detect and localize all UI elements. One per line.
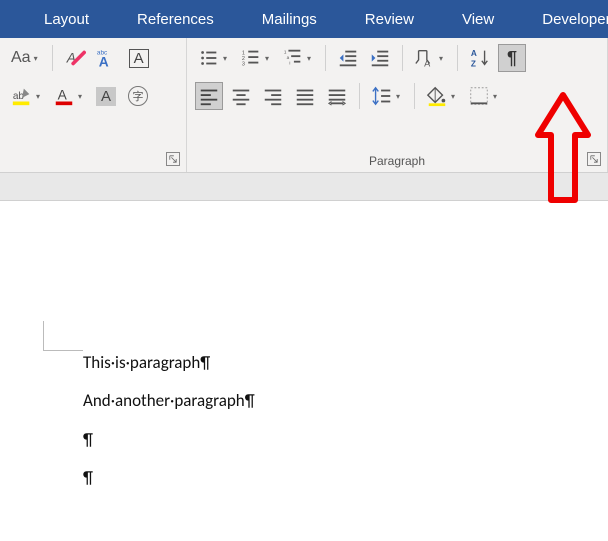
svg-text:A: A: [58, 88, 68, 103]
paragraph-line[interactable]: ¶: [83, 430, 255, 450]
clear-formatting-icon: A: [64, 47, 86, 69]
dropdown-icon: ▾: [393, 92, 403, 101]
paragraph-line[interactable]: This·is·paragraph¶: [83, 353, 255, 373]
dropdown-icon: ▾: [490, 92, 500, 101]
bullets-button[interactable]: ▾: [195, 44, 233, 72]
separator: [402, 45, 403, 71]
multilevel-list-icon: 1ai: [282, 47, 304, 69]
align-center-button[interactable]: [227, 82, 255, 110]
group-font: Aa ▾ A abcA A ab ▾: [0, 38, 187, 172]
paragraph-line[interactable]: ¶: [83, 468, 255, 488]
svg-text:a: a: [287, 55, 290, 60]
asian-layout-button[interactable]: A ▾: [411, 44, 449, 72]
group-paragraph: ▾ 123 ▾ 1ai ▾ A: [187, 38, 608, 172]
svg-text:i: i: [289, 60, 290, 65]
tab-references[interactable]: References: [113, 0, 238, 38]
align-right-button[interactable]: [259, 82, 287, 110]
borders-icon: [468, 85, 490, 107]
character-border-icon: A: [129, 49, 149, 68]
tab-view[interactable]: View: [438, 0, 518, 38]
enclose-characters-button[interactable]: 字: [124, 82, 152, 110]
svg-text:A: A: [471, 49, 477, 58]
decrease-indent-button[interactable]: [334, 44, 362, 72]
ribbon: Aa ▾ A abcA A ab ▾: [0, 38, 608, 173]
document-body[interactable]: This·is·paragraph¶ And·another·paragraph…: [83, 353, 255, 507]
font-color-button[interactable]: A ▾: [50, 82, 88, 110]
svg-text:1: 1: [284, 49, 287, 54]
clear-formatting-button[interactable]: A: [61, 44, 89, 72]
show-hide-paragraph-marks-button[interactable]: ¶: [498, 44, 526, 72]
ribbon-tabbar: Layout References Mailings Review View D…: [0, 0, 608, 38]
distributed-button[interactable]: [323, 82, 351, 110]
change-case-icon: Aa: [11, 49, 31, 67]
svg-text:Z: Z: [471, 59, 476, 68]
sort-button[interactable]: AZ: [466, 44, 494, 72]
dropdown-icon: ▾: [33, 92, 43, 101]
distributed-icon: [326, 85, 348, 107]
borders-button[interactable]: ▾: [465, 82, 503, 110]
increase-indent-button[interactable]: [366, 44, 394, 72]
character-shading-button[interactable]: A: [92, 82, 120, 110]
dropdown-icon: ▾: [220, 54, 230, 63]
dropdown-icon: ▾: [75, 92, 85, 101]
paragraph-group-launcher[interactable]: [587, 152, 601, 166]
phonetic-guide-icon: abcA: [96, 47, 118, 69]
increase-indent-icon: [369, 47, 391, 69]
group-label-paragraph: Paragraph: [187, 154, 607, 168]
character-shading-icon: A: [96, 87, 116, 106]
decrease-indent-icon: [337, 47, 359, 69]
sort-icon: AZ: [469, 47, 491, 69]
numbering-button[interactable]: 123 ▾: [237, 44, 275, 72]
dropdown-icon: ▾: [436, 54, 446, 63]
line-spacing-icon: [371, 85, 393, 107]
justify-button[interactable]: [291, 82, 319, 110]
separator: [325, 45, 326, 71]
separator: [359, 83, 360, 109]
dropdown-icon: ▾: [448, 92, 458, 101]
highlight-color-button[interactable]: ab ▾: [8, 82, 46, 110]
multilevel-list-button[interactable]: 1ai ▾: [279, 44, 317, 72]
justify-icon: [294, 85, 316, 107]
paragraph-line[interactable]: And·another·paragraph¶: [83, 391, 255, 411]
pilcrow-icon: ¶: [507, 48, 517, 69]
svg-text:3: 3: [242, 61, 245, 67]
align-right-icon: [262, 85, 284, 107]
change-case-button[interactable]: Aa ▾: [8, 44, 44, 72]
dropdown-icon: ▾: [31, 54, 41, 63]
ruler-area: [0, 173, 608, 201]
page-margin-corner: [43, 321, 83, 351]
separator: [457, 45, 458, 71]
svg-text:A: A: [424, 58, 431, 68]
asian-layout-icon: A: [414, 47, 436, 69]
align-left-button[interactable]: [195, 82, 223, 110]
document-area[interactable]: This·is·paragraph¶ And·another·paragraph…: [0, 201, 608, 541]
tab-mailings[interactable]: Mailings: [238, 0, 341, 38]
svg-text:A: A: [98, 54, 108, 69]
line-spacing-button[interactable]: ▾: [368, 82, 406, 110]
align-center-icon: [230, 85, 252, 107]
separator: [414, 83, 415, 109]
shading-icon: [426, 85, 448, 107]
character-border-button[interactable]: A: [125, 44, 153, 72]
enclose-characters-icon: 字: [128, 86, 148, 106]
highlight-icon: ab: [11, 85, 33, 107]
shading-button[interactable]: ▾: [423, 82, 461, 110]
tab-developer[interactable]: Developer: [518, 0, 608, 38]
launcher-icon: [590, 155, 598, 163]
dropdown-icon: ▾: [304, 54, 314, 63]
numbering-icon: 123: [240, 47, 262, 69]
align-left-icon: [198, 85, 220, 107]
separator: [52, 45, 53, 71]
tab-review[interactable]: Review: [341, 0, 438, 38]
font-color-icon: A: [53, 85, 75, 107]
launcher-icon: [169, 155, 177, 163]
font-group-launcher[interactable]: [166, 152, 180, 166]
bullets-icon: [198, 47, 220, 69]
tab-layout[interactable]: Layout: [20, 0, 113, 38]
dropdown-icon: ▾: [262, 54, 272, 63]
phonetic-guide-button[interactable]: abcA: [93, 44, 121, 72]
